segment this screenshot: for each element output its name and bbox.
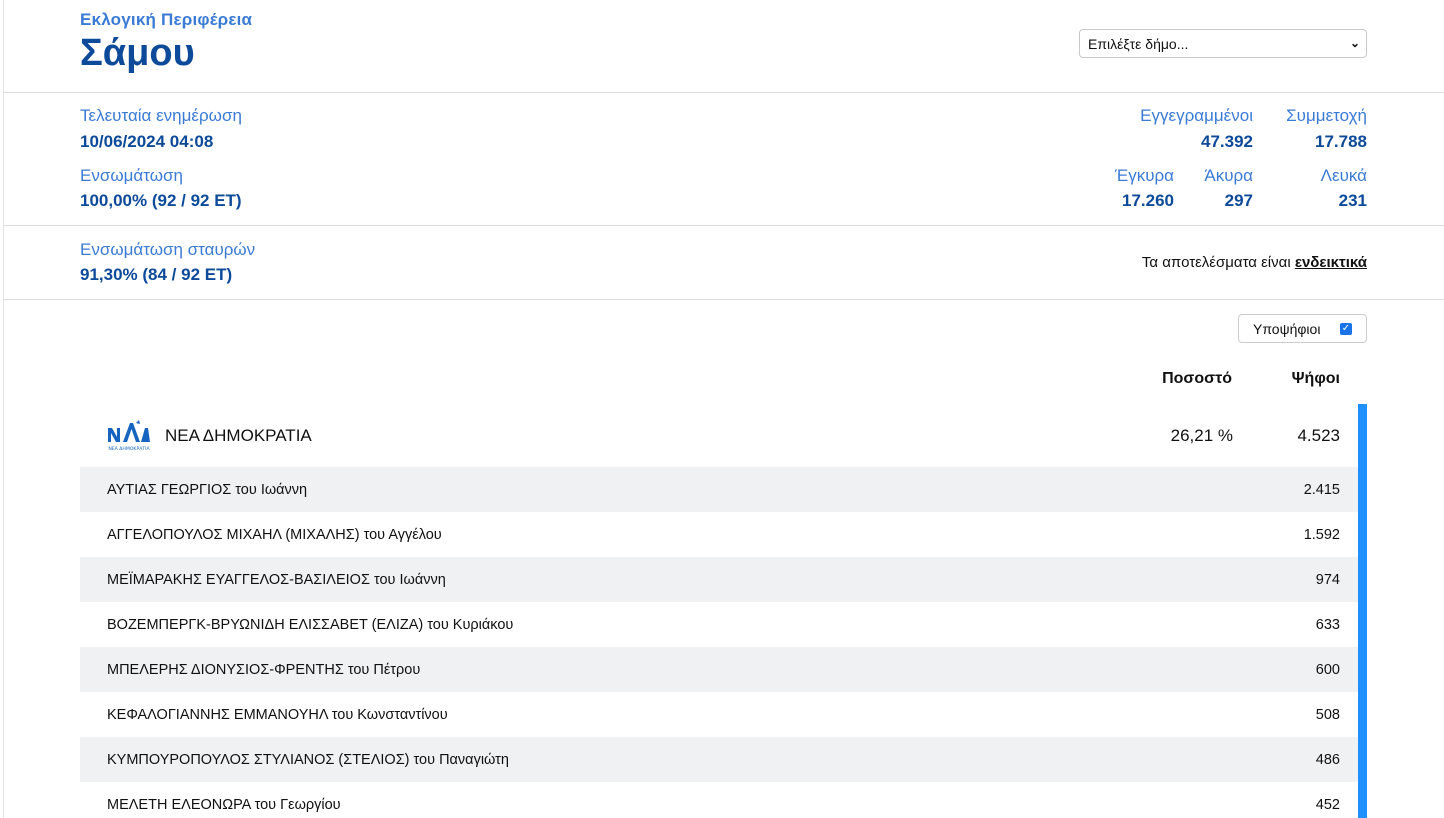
divider	[4, 299, 1444, 300]
candidates-list: ΑΥΤΙΑΣ ΓΕΩΡΓΙΟΣ του Ιωάννη 2.415 ΑΓΓΕΛΟΠΟ…	[80, 467, 1358, 818]
party-logo-text: ΝΕΑ ΔΗΜΟΚΡΑΤΙΑ	[108, 446, 150, 452]
page-header: Εκλογική Περιφέρεια Σάμου	[80, 10, 252, 75]
valid-value: 17.260	[1122, 191, 1174, 210]
valid-label: Έγκυρα	[1114, 166, 1174, 185]
candidate-votes: 974	[1315, 571, 1340, 588]
list-item: ΜΕΪΜΑΡΑΚΗΣ ΕΥΑΓΓΕΛΟΣ-ΒΑΣΙΛΕΙΟΣ του Ιωάνν…	[80, 557, 1358, 602]
party-votes: 4.523	[1297, 426, 1340, 445]
candidates-toggle[interactable]: Υποψήφιοι ✓	[1238, 314, 1367, 343]
chevron-down-icon: ⌄	[1349, 36, 1360, 50]
participation-value: 17.788	[1315, 132, 1367, 151]
blank-value: 231	[1338, 191, 1367, 210]
divider	[4, 225, 1444, 226]
blank-label: Λευκά	[1320, 166, 1367, 185]
candidate-votes: 2.415	[1303, 481, 1340, 498]
note-prefix: Τα αποτελέσματα είναι	[1141, 254, 1295, 271]
candidate-name: ΜΕΪΜΑΡΑΚΗΣ ΕΥΑΓΓΕΛΟΣ-ΒΑΣΙΛΕΙΟΣ του Ιωάνν…	[107, 571, 446, 588]
candidate-name: ΑΓΓΕΛΟΠΟΥΛΟΣ ΜΙΧΑΗΛ (ΜΙΧΑΛΗΣ) του Αγγέλο…	[107, 526, 442, 543]
invalid-value: 297	[1224, 191, 1253, 210]
candidate-votes: 452	[1315, 796, 1340, 813]
incorporation-value: 100,00% (92 / 92 ΕΤ)	[80, 191, 242, 210]
candidate-votes: 633	[1315, 616, 1340, 633]
checkbox-checked-icon[interactable]: ✓	[1340, 322, 1352, 335]
list-item: ΜΠΕΛΕΡΗΣ ΔΙΟΝΥΣΙΟΣ-ΦΡΕΝΤΗΣ του Πέτρου 600	[80, 647, 1358, 692]
party-row[interactable]: ΝΕΑ ΔΗΜΟΚΡΑΤΙΑ ΝΕΑ ΔΗΜΟΚΡΑΤΙΑ 26,21 % 4.…	[80, 404, 1367, 467]
cross-incorporation-label: Ενσωμάτωση σταυρών	[80, 240, 256, 259]
list-item: ΚΥΜΠΟΥΡΟΠΟΥΛΟΣ ΣΤΥΛΙΑΝΟΣ (ΣΤΕΛΙΟΣ) του Π…	[80, 737, 1358, 782]
incorporation-label: Ενσωμάτωση	[80, 166, 183, 185]
divider	[4, 92, 1444, 93]
municipality-select-value: Επιλέξτε δήμο...	[1088, 36, 1189, 52]
candidate-name: ΜΠΕΛΕΡΗΣ ΔΙΟΝΥΣΙΟΣ-ΦΡΕΝΤΗΣ του Πέτρου	[107, 661, 421, 678]
last-update-label: Τελευταία ενημέρωση	[80, 106, 242, 125]
votes-column-header: Ψήφοι	[1291, 370, 1340, 387]
candidate-name: ΚΥΜΠΟΥΡΟΠΟΥΛΟΣ ΣΤΥΛΙΑΝΟΣ (ΣΤΕΛΙΟΣ) του Π…	[107, 751, 509, 768]
list-item: ΒΟΖΕΜΠΕΡΓΚ-ΒΡΥΩΝΙΔΗ ΕΛΙΣΣΑΒΕΤ (ΕΛΙΖΑ) το…	[80, 602, 1358, 647]
candidate-votes: 486	[1315, 751, 1340, 768]
percent-column-header: Ποσοστό	[1162, 370, 1232, 387]
candidate-name: ΜΕΛΕΤΗ ΕΛΕΟΝΩΡΑ του Γεωργίου	[107, 796, 341, 813]
registered-label: Εγγεγραμμένοι	[1140, 106, 1253, 125]
candidate-votes: 600	[1315, 661, 1340, 678]
candidate-name: ΑΥΤΙΑΣ ΓΕΩΡΓΙΟΣ του Ιωάννη	[107, 481, 308, 498]
municipality-select[interactable]: Επιλέξτε δήμο... ⌄	[1079, 29, 1367, 58]
nd-logo-icon: ΝΕΑ ΔΗΜΟΚΡΑΤΙΑ	[108, 420, 151, 452]
last-update-value: 10/06/2024 04:08	[80, 132, 214, 151]
candidates-toggle-label: Υποψήφιοι	[1253, 320, 1321, 337]
party-color-bar	[1358, 404, 1367, 818]
candidate-votes: 508	[1315, 706, 1340, 723]
indicative-note: Τα αποτελέσματα είναι ενδεικτικά	[1142, 254, 1367, 271]
list-item: ΚΕΦΑΛΟΓΙΑΝΝΗΣ ΕΜΜΑΝΟΥΗΛ του Κωνσταντίνου…	[80, 692, 1358, 737]
list-item: ΜΕΛΕΤΗ ΕΛΕΟΝΩΡΑ του Γεωργίου 452	[80, 782, 1358, 818]
note-emphasis: ενδεικτικά	[1294, 254, 1367, 271]
registered-value: 47.392	[1201, 132, 1253, 151]
candidate-name: ΒΟΖΕΜΠΕΡΓΚ-ΒΡΥΩΝΙΔΗ ΕΛΙΣΣΑΒΕΤ (ΕΛΙΖΑ) το…	[107, 616, 514, 633]
candidate-votes: 1.592	[1303, 526, 1340, 543]
cross-incorporation-value: 91,30% (84 / 92 ΕΤ)	[80, 265, 233, 284]
region-label: Εκλογική Περιφέρεια	[80, 10, 253, 29]
list-item: ΑΥΤΙΑΣ ΓΕΩΡΓΙΟΣ του Ιωάννη 2.415	[80, 467, 1358, 512]
invalid-label: Άκυρα	[1204, 166, 1253, 185]
list-item: ΑΓΓΕΛΟΠΟΥΛΟΣ ΜΙΧΑΗΛ (ΜΙΧΑΛΗΣ) του Αγγέλο…	[80, 512, 1358, 557]
page-title: Σάμου	[80, 32, 195, 74]
party-percent: 26,21 %	[1170, 426, 1233, 445]
candidate-name: ΚΕΦΑΛΟΓΙΑΝΝΗΣ ΕΜΜΑΝΟΥΗΛ του Κωνσταντίνου	[107, 706, 448, 723]
participation-label: Συμμετοχή	[1286, 106, 1367, 125]
party-name: ΝΕΑ ΔΗΜΟΚΡΑΤΙΑ	[165, 426, 312, 445]
